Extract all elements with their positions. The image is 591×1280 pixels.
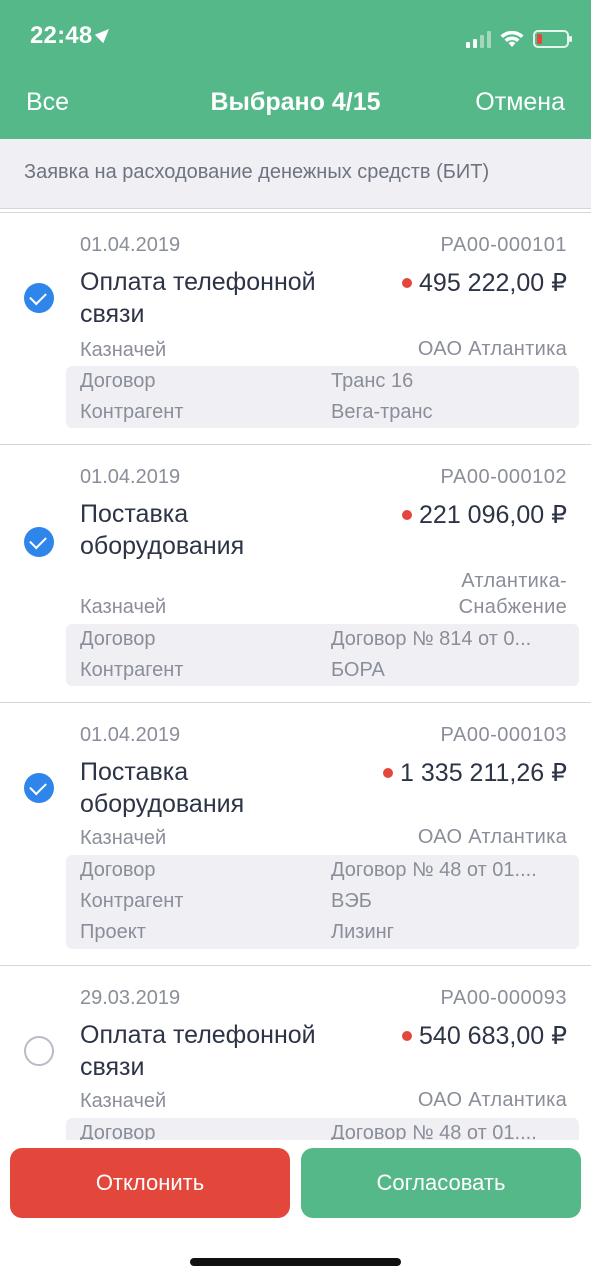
item-amount-value: 540 683,00 ₽: [419, 1022, 567, 1050]
detail-row: Договор Договор № 48 от 01....: [66, 1118, 579, 1140]
item-date: 01.04.2019: [80, 724, 181, 746]
home-indicator[interactable]: [190, 1258, 401, 1266]
status-time: 22:48: [30, 22, 114, 50]
detail-value: Вега-транс: [331, 401, 433, 423]
item-date: 01.04.2019: [80, 466, 181, 488]
wifi-icon: [500, 30, 524, 47]
detail-row: Договор Транс 16: [66, 366, 579, 397]
document-type-label: Заявка на расходование денежных средств …: [24, 161, 490, 183]
status-dot-icon: [383, 768, 394, 778]
item-details: Договор Договор № 48 от 01....: [66, 1118, 579, 1140]
detail-row: Договор Договор № 814 от 0...: [66, 624, 579, 655]
list-item[interactable]: 01.04.2019 РА00-000103 Поставка оборудов…: [0, 703, 591, 966]
status-time-text: 22:48: [30, 22, 93, 49]
detail-value: Договор № 814 от 0...: [331, 628, 532, 650]
document-type-bar: Заявка на расходование денежных средств …: [0, 139, 591, 209]
detail-label: Договор: [80, 1122, 156, 1140]
item-amount: 540 683,00 ₽: [402, 1021, 567, 1051]
detail-label: Контрагент: [80, 890, 184, 912]
detail-value: Договор № 48 от 01....: [331, 859, 537, 881]
detail-value: Транс 16: [331, 370, 414, 392]
item-number: РА00-000101: [440, 234, 567, 256]
item-details: Договор Договор № 814 от 0... Контрагент Б…: [66, 624, 579, 686]
request-list[interactable]: 01.04.2019 РА00-000101 Оплата телефонной…: [0, 212, 591, 1140]
detail-label: Проект: [80, 921, 146, 943]
status-dot-icon: [402, 278, 413, 288]
battery-icon: [533, 30, 572, 48]
item-number: РА00-000102: [440, 466, 567, 488]
select-all-button[interactable]: Все: [26, 88, 69, 117]
treasurer-value: Атлантика-Снабжение: [458, 570, 567, 618]
detail-row: Контрагент БОРА: [66, 655, 579, 686]
item-number: РА00-000093: [440, 987, 567, 1009]
detail-label: Договор: [80, 628, 156, 650]
treasurer-value: ОАО Атлантика: [417, 826, 567, 848]
treasurer-label: Казначей: [80, 1090, 167, 1112]
item-checkbox[interactable]: [24, 773, 54, 803]
list-item[interactable]: 01.04.2019 РА00-000102 Поставка оборудов…: [0, 445, 591, 703]
detail-label: Контрагент: [80, 659, 184, 681]
reject-button[interactable]: Отклонить: [10, 1148, 290, 1218]
detail-row: Договор Договор № 48 от 01....: [66, 855, 579, 886]
location-arrow-icon: [95, 24, 114, 44]
status-dot-icon: [402, 1031, 413, 1041]
detail-label: Контрагент: [80, 401, 184, 423]
status-indicators: [466, 26, 572, 48]
item-checkbox[interactable]: [24, 283, 54, 313]
item-amount: 221 096,00 ₽: [402, 500, 567, 530]
treasurer-value: ОАО Атлантика: [417, 338, 567, 360]
item-checkbox[interactable]: [24, 1036, 54, 1066]
item-details: Договор Транс 16 Контрагент Вега-транс: [66, 366, 579, 428]
detail-row: Проект Лизинг: [66, 917, 579, 948]
treasurer-label: Казначей: [80, 827, 167, 849]
detail-row: Контрагент Вега-транс: [66, 397, 579, 428]
detail-value: ВЭБ: [331, 890, 372, 912]
item-details: Договор Договор № 48 от 01.... Контрагент…: [66, 855, 579, 949]
detail-label: Договор: [80, 370, 156, 392]
list-item[interactable]: 29.03.2019 РА00-000093 Оплата телефонной…: [0, 966, 591, 1140]
item-date: 01.04.2019: [80, 234, 181, 256]
approve-button[interactable]: Согласовать: [301, 1148, 581, 1218]
item-title: Поставка оборудования: [80, 758, 245, 818]
status-dot-icon: [402, 510, 413, 520]
item-title: Оплата телефонной связи: [80, 1021, 316, 1081]
item-number: РА00-000103: [440, 724, 567, 746]
detail-value: Договор № 48 от 01....: [331, 1122, 537, 1140]
treasurer-value: ОАО Атлантика: [417, 1089, 567, 1111]
item-date: 29.03.2019: [80, 987, 181, 1009]
action-bar: Отклонить Согласовать: [0, 1140, 591, 1280]
header: 22:48 Все Выбрано 4/15 Отмена: [0, 0, 591, 139]
treasurer-label: Казначей: [80, 339, 167, 361]
item-amount: 1 335 211,26 ₽: [383, 758, 567, 788]
item-checkbox[interactable]: [24, 527, 54, 557]
item-title: Поставка оборудования: [80, 500, 245, 560]
treasurer-label: Казначей: [80, 596, 167, 618]
detail-value: Лизинг: [331, 921, 394, 943]
cellular-signal-icon: [466, 30, 491, 48]
detail-row: Контрагент ВЭБ: [66, 886, 579, 917]
item-amount-value: 495 222,00 ₽: [419, 269, 567, 297]
item-amount: 495 222,00 ₽: [402, 268, 567, 298]
item-amount-value: 221 096,00 ₽: [419, 501, 567, 529]
detail-value: БОРА: [331, 659, 385, 681]
cancel-button[interactable]: Отмена: [475, 88, 565, 117]
item-amount-value: 1 335 211,26 ₽: [400, 759, 567, 787]
detail-label: Договор: [80, 859, 156, 881]
list-item[interactable]: 01.04.2019 РА00-000101 Оплата телефонной…: [0, 213, 591, 445]
item-title: Оплата телефонной связи: [80, 268, 316, 328]
